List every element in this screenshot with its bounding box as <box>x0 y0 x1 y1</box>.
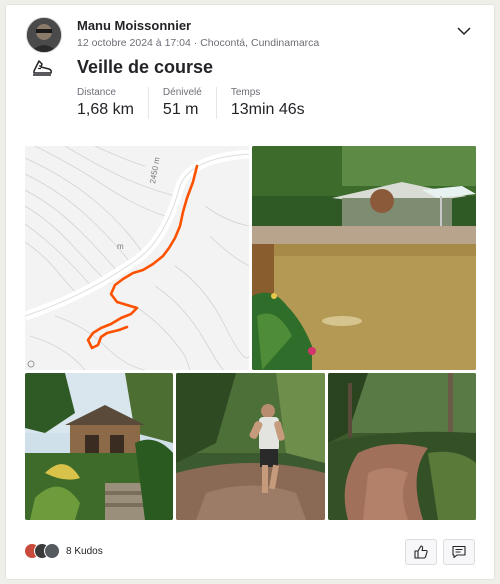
stat-value: 1,68 km <box>77 101 134 118</box>
trail-photo[interactable] <box>328 373 476 520</box>
activity-stats: Distance 1,68 km Dénivelé 51 m Temps 13m… <box>77 87 333 119</box>
stat-label: Dénivelé <box>162 87 202 98</box>
kudos-button[interactable] <box>405 539 437 565</box>
activity-datetime: 12 octobre 2024 à 17:04 <box>77 37 191 49</box>
kudos-count[interactable]: 8 Kudos <box>66 546 103 557</box>
comment-icon <box>452 545 466 559</box>
meta-separator: · <box>190 37 201 49</box>
activity-meta: 12 octobre 2024 à 17:04 · Chocontá, Cund… <box>77 37 319 49</box>
comment-button[interactable] <box>443 539 475 565</box>
stat-value: 13min 46s <box>230 101 305 118</box>
running-shoe-icon <box>33 60 52 76</box>
activity-location: Chocontá, Cundinamarca <box>200 37 320 49</box>
stat-distance: Distance 1,68 km <box>77 87 149 119</box>
kudos-avatar <box>44 543 60 559</box>
cabin-photo[interactable] <box>25 373 173 520</box>
stat-time: Temps 13min 46s <box>231 87 319 119</box>
thumbs-up-icon <box>414 545 428 559</box>
runner-photo[interactable] <box>176 373 325 520</box>
stat-label: Temps <box>230 87 261 98</box>
athlete-name[interactable]: Manu Moissonnier <box>77 18 191 33</box>
activity-title[interactable]: Veille de course <box>77 57 213 78</box>
stat-value: 51 m <box>162 101 199 118</box>
kudos-summary[interactable]: 8 Kudos <box>24 543 103 559</box>
chevron-down-icon[interactable] <box>456 25 472 37</box>
stat-elevation: Dénivelé 51 m <box>163 87 217 119</box>
activity-card: Manu Moissonnier 12 octobre 2024 à 17:04… <box>5 4 495 580</box>
contour-label-2: m <box>117 242 124 251</box>
route-map[interactable]: 2450 m m <box>25 146 249 370</box>
pool-photo[interactable] <box>252 146 476 370</box>
stat-label: Distance <box>77 87 116 98</box>
athlete-avatar[interactable] <box>26 17 62 53</box>
